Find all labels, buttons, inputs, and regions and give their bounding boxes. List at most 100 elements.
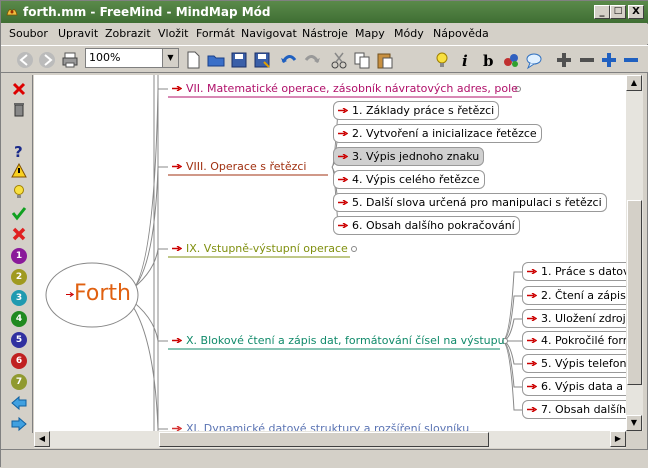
redo-icon[interactable] <box>302 50 322 70</box>
branch-vii[interactable]: VII. Matematické operace, zásobník návra… <box>168 82 518 96</box>
print-icon[interactable] <box>60 50 80 70</box>
priority-1-icon[interactable]: 1 <box>11 248 27 264</box>
ok-icon[interactable] <box>11 205 27 221</box>
cancel-icon[interactable] <box>11 226 27 242</box>
svg-text:i: i <box>462 52 468 70</box>
idea-bulb-icon[interactable] <box>432 50 452 70</box>
branch-ix[interactable]: IX. Vstupně-výstupní operace <box>168 242 348 256</box>
branch-vii-label: VII. Matematické operace, zásobník návra… <box>186 82 518 95</box>
icon-toolbar: ? 1 2 3 4 5 6 7 <box>1 75 33 433</box>
x-child-1[interactable]: 1. Práce s datov <box>522 262 626 281</box>
priority-5-icon[interactable]: 5 <box>11 332 27 348</box>
arrow-icon <box>338 177 348 182</box>
x-child-2[interactable]: 2. Čtení a zápis <box>522 286 626 305</box>
back-icon[interactable] <box>11 395 27 411</box>
x-child-5[interactable]: 5. Výpis telefonn <box>522 354 626 373</box>
cut-icon[interactable] <box>329 50 349 70</box>
menu-navigovat[interactable]: Navigovat <box>241 27 297 40</box>
priority-7-icon[interactable]: 7 <box>11 374 27 390</box>
menu-format[interactable]: Formát <box>196 27 235 40</box>
branch-x[interactable]: X. Blokové čtení a zápis dat, formátován… <box>168 334 505 348</box>
comment-bubble-icon[interactable] <box>524 50 544 70</box>
x-child-3[interactable]: 3. Uložení zdroj <box>522 309 626 328</box>
arrow-icon <box>527 293 537 298</box>
viii-child-1[interactable]: 1. Základy práce s řetězci <box>333 101 500 120</box>
vertical-scroll-thumb[interactable] <box>627 200 642 385</box>
priority-4-icon[interactable]: 4 <box>11 311 27 327</box>
close-window-button[interactable]: X <box>628 5 644 19</box>
viii-child-3[interactable]: 3. Výpis jednoho znaku <box>333 147 485 166</box>
scroll-up-button[interactable]: ▲ <box>626 75 642 91</box>
menu-mody[interactable]: Módy <box>394 27 424 40</box>
horizontal-scroll-thumb[interactable] <box>159 432 489 447</box>
vertical-scrollbar[interactable]: ▲ ▼ <box>626 75 643 431</box>
priority-3-icon[interactable]: 3 <box>11 290 27 306</box>
x-child-6[interactable]: 6. Výpis data a č <box>522 377 626 396</box>
trash-icon[interactable] <box>11 101 27 117</box>
back-nav-icon[interactable] <box>15 50 35 70</box>
zoom-select[interactable]: 100% ▼ <box>85 48 179 68</box>
scroll-down-button[interactable]: ▼ <box>626 415 642 431</box>
menu-vlozit[interactable]: Vložit <box>158 27 188 40</box>
save-as-icon[interactable] <box>252 50 272 70</box>
save-icon[interactable] <box>229 50 249 70</box>
x-child-7[interactable]: 7. Obsah dalšího <box>522 400 626 419</box>
paste-icon[interactable] <box>375 50 395 70</box>
mindmap-canvas[interactable]: Forth VII. Matematické operace, zásobník… <box>34 75 626 431</box>
svg-text:b: b <box>483 52 494 70</box>
viii-child-5-label: 5. Další slova určená pro manipulaci s ř… <box>352 196 602 209</box>
forward-nav-icon[interactable] <box>37 50 57 70</box>
open-icon[interactable] <box>206 50 226 70</box>
branch-viii-label: VIII. Operace s řetězci <box>186 160 307 173</box>
menu-nastroje[interactable]: Nástroje <box>302 27 348 40</box>
idea-icon[interactable] <box>11 184 27 200</box>
bold-icon[interactable]: b <box>478 50 498 70</box>
menu-napoveda[interactable]: Nápověda <box>433 27 489 40</box>
x-child-6-label: 6. Výpis data a č <box>541 380 626 393</box>
horizontal-scrollbar[interactable]: ◀ ▶ <box>34 431 626 448</box>
help-icon[interactable]: ? <box>11 143 27 159</box>
menu-mapy[interactable]: Mapy <box>355 27 385 40</box>
blue-minus-icon[interactable] <box>621 50 641 70</box>
arrow-icon <box>338 108 348 113</box>
x-child-4[interactable]: 4. Pokročilé form <box>522 331 626 350</box>
x-child-4-label: 4. Pokročilé form <box>541 334 626 347</box>
arrow-icon <box>172 246 182 251</box>
menu-zobrazit[interactable]: Zobrazit <box>105 27 151 40</box>
scroll-right-button[interactable]: ▶ <box>610 431 626 447</box>
new-map-icon[interactable] <box>183 50 203 70</box>
maximize-button[interactable]: □ <box>610 5 626 19</box>
chevron-down-icon[interactable]: ▼ <box>162 49 178 67</box>
close-icon[interactable] <box>11 81 27 97</box>
zoom-in-icon[interactable] <box>554 50 574 70</box>
arrow-icon <box>527 269 537 274</box>
title-bar[interactable]: forth.mm - FreeMind - MindMap Mód _ □ X <box>1 1 648 23</box>
arrow-icon <box>172 338 182 343</box>
menu-upravit[interactable]: Upravit <box>58 27 98 40</box>
minimize-button[interactable]: _ <box>594 5 610 19</box>
forward-icon[interactable] <box>11 416 27 432</box>
scroll-left-button[interactable]: ◀ <box>34 431 50 447</box>
window-title: forth.mm - FreeMind - MindMap Mód <box>23 5 271 19</box>
arrow-icon <box>527 338 537 343</box>
italic-icon[interactable]: i <box>455 50 475 70</box>
blue-plus-icon[interactable] <box>599 50 619 70</box>
undo-icon[interactable] <box>279 50 299 70</box>
viii-child-6[interactable]: 6. Obsah dalšího pokračování <box>333 216 520 235</box>
priority-2-icon[interactable]: 2 <box>11 269 27 285</box>
zoom-out-icon[interactable] <box>577 50 597 70</box>
viii-child-5[interactable]: 5. Další slova určená pro manipulaci s ř… <box>333 193 607 212</box>
menu-soubor[interactable]: Soubor <box>9 27 48 40</box>
arrow-icon <box>172 86 182 91</box>
priority-6-icon[interactable]: 6 <box>11 353 27 369</box>
viii-child-4[interactable]: 4. Výpis celého řetězce <box>333 170 485 189</box>
branch-xi[interactable]: XI. Dynamické datové struktury a rozšíře… <box>168 422 469 431</box>
zoom-value: 100% <box>89 51 121 64</box>
cloud-icon[interactable] <box>501 50 521 70</box>
copy-icon[interactable] <box>352 50 372 70</box>
viii-child-2[interactable]: 2. Vytvoření a inicializace řetězce <box>333 124 542 143</box>
root-node[interactable]: Forth <box>64 280 131 308</box>
branch-viii[interactable]: VIII. Operace s řetězci <box>168 160 306 174</box>
arrow-icon <box>527 316 537 321</box>
warning-icon[interactable] <box>11 163 27 179</box>
